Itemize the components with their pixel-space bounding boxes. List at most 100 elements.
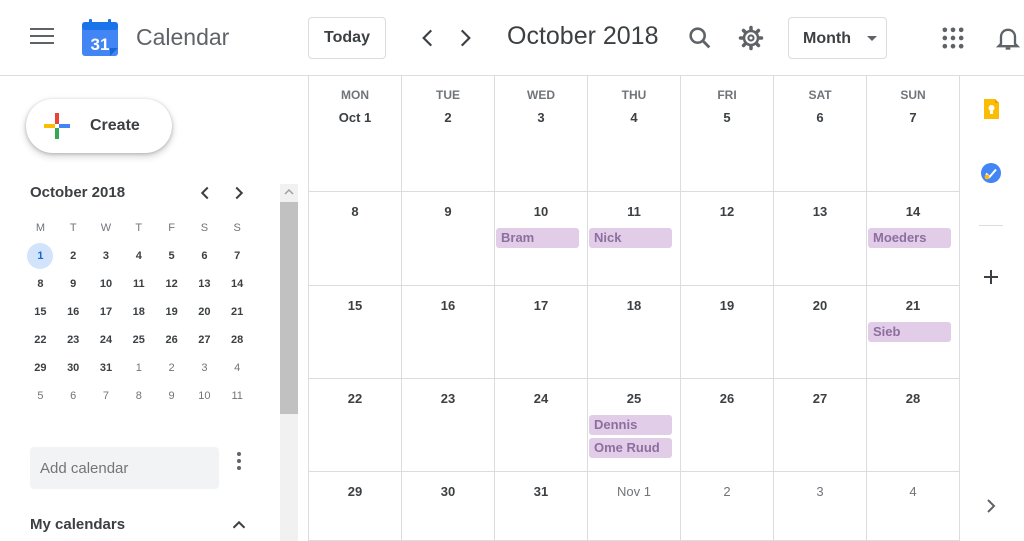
day-cell[interactable]: 14 Moeders — [867, 192, 960, 285]
mini-day-cell[interactable]: 5 — [155, 242, 188, 270]
day-number[interactable]: 5 — [681, 110, 773, 125]
day-number[interactable]: 3 — [774, 484, 866, 499]
day-cell[interactable]: 3 — [774, 472, 867, 540]
mini-day-cell[interactable]: 13 — [188, 270, 221, 298]
day-cell[interactable]: 12 — [681, 192, 774, 285]
day-cell[interactable]: 30 — [402, 472, 495, 540]
mini-day-cell[interactable]: 23 — [57, 326, 90, 354]
mini-day-cell[interactable]: 2 — [155, 354, 188, 382]
mini-day-cell[interactable]: 21 — [221, 298, 254, 326]
today-button[interactable]: Today — [308, 17, 386, 59]
chevron-up-icon[interactable] — [228, 514, 250, 536]
mini-day-cell[interactable]: 1 — [24, 242, 57, 270]
mini-day-cell[interactable]: 5 — [24, 382, 57, 410]
day-cell[interactable]: 27 — [774, 379, 867, 471]
day-cell[interactable]: 29 — [309, 472, 402, 540]
day-cell[interactable]: 10 Bram — [495, 192, 588, 285]
more-options-icon[interactable] — [232, 450, 246, 472]
mini-day-cell[interactable]: 15 — [24, 298, 57, 326]
mini-day-cell[interactable]: 18 — [122, 298, 155, 326]
day-number[interactable]: 8 — [309, 204, 401, 219]
expand-panel-chevron-icon[interactable] — [979, 494, 1003, 518]
mini-day-cell[interactable]: 31 — [90, 354, 123, 382]
day-cell[interactable]: 24 — [495, 379, 588, 471]
scroll-up-arrow-icon[interactable] — [280, 184, 298, 200]
day-cell[interactable]: 20 — [774, 286, 867, 378]
day-number[interactable]: 7 — [867, 110, 959, 125]
mini-day-cell[interactable]: 30 — [57, 354, 90, 382]
day-cell[interactable]: Nov 1 — [588, 472, 681, 540]
mini-day-cell[interactable]: 12 — [155, 270, 188, 298]
mini-day-cell[interactable]: 7 — [90, 382, 123, 410]
mini-day-cell[interactable]: 10 — [90, 270, 123, 298]
chevron-left-icon[interactable] — [415, 25, 441, 51]
mini-day-cell[interactable]: 29 — [24, 354, 57, 382]
mini-day-cell[interactable]: 16 — [57, 298, 90, 326]
day-cell[interactable]: WED 3 — [495, 76, 588, 191]
mini-day-cell[interactable]: 22 — [24, 326, 57, 354]
day-number[interactable]: 9 — [402, 204, 494, 219]
mini-day-cell[interactable]: 17 — [90, 298, 123, 326]
keep-icon[interactable] — [979, 97, 1003, 121]
day-number[interactable]: 21 — [867, 298, 959, 313]
mini-day-cell[interactable]: 10 — [188, 382, 221, 410]
event-chip[interactable]: Bram — [496, 228, 579, 248]
day-cell[interactable]: 22 — [309, 379, 402, 471]
mini-day-cell[interactable]: 26 — [155, 326, 188, 354]
day-number[interactable]: 10 — [495, 204, 587, 219]
mini-day-cell[interactable]: 8 — [24, 270, 57, 298]
day-number[interactable]: Oct 1 — [309, 110, 401, 125]
day-number[interactable]: 30 — [402, 484, 494, 499]
day-cell[interactable]: 31 — [495, 472, 588, 540]
view-selector[interactable]: Month — [788, 17, 887, 59]
day-cell[interactable]: 9 — [402, 192, 495, 285]
mini-day-cell[interactable]: 4 — [221, 354, 254, 382]
day-cell[interactable]: 23 — [402, 379, 495, 471]
day-number[interactable]: 2 — [402, 110, 494, 125]
mini-day-cell[interactable]: 6 — [57, 382, 90, 410]
mini-day-cell[interactable]: 1 — [122, 354, 155, 382]
day-number[interactable]: 17 — [495, 298, 587, 313]
event-chip[interactable]: Ome Ruud — [589, 438, 672, 458]
mini-day-cell[interactable]: 25 — [122, 326, 155, 354]
day-cell[interactable]: 25 Dennis Ome Ruud — [588, 379, 681, 471]
event-chip[interactable]: Nick — [589, 228, 672, 248]
plus-icon[interactable] — [979, 265, 1003, 289]
day-number[interactable]: 3 — [495, 110, 587, 125]
mini-day-cell[interactable]: 3 — [188, 354, 221, 382]
day-number[interactable]: 25 — [588, 391, 680, 406]
mini-day-cell[interactable]: 2 — [57, 242, 90, 270]
mini-day-cell[interactable]: 7 — [221, 242, 254, 270]
event-chip[interactable]: Dennis — [589, 415, 672, 435]
mini-day-cell[interactable]: 28 — [221, 326, 254, 354]
day-cell[interactable]: 16 — [402, 286, 495, 378]
day-cell[interactable]: 13 — [774, 192, 867, 285]
day-number[interactable]: 13 — [774, 204, 866, 219]
day-cell[interactable]: SUN 7 — [867, 76, 960, 191]
mini-day-cell[interactable]: 14 — [221, 270, 254, 298]
mini-day-cell[interactable]: 11 — [221, 382, 254, 410]
day-cell[interactable]: 8 — [309, 192, 402, 285]
add-calendar-input[interactable] — [30, 447, 219, 489]
event-chip[interactable]: Sieb — [868, 322, 951, 342]
day-number[interactable]: 18 — [588, 298, 680, 313]
day-number[interactable]: 23 — [402, 391, 494, 406]
menu-icon[interactable] — [30, 28, 54, 48]
day-number[interactable]: 15 — [309, 298, 401, 313]
create-button[interactable]: Create — [26, 99, 172, 153]
search-icon[interactable] — [686, 24, 714, 52]
day-number[interactable]: 4 — [588, 110, 680, 125]
day-cell[interactable]: 2 — [681, 472, 774, 540]
day-number[interactable]: 29 — [309, 484, 401, 499]
day-cell[interactable]: THU 4 — [588, 76, 681, 191]
tasks-icon[interactable] — [979, 161, 1003, 185]
day-cell[interactable]: TUE 2 — [402, 76, 495, 191]
day-number[interactable]: 6 — [774, 110, 866, 125]
mini-day-cell[interactable]: 27 — [188, 326, 221, 354]
day-number[interactable]: 14 — [867, 204, 959, 219]
chevron-right-icon[interactable] — [452, 25, 478, 51]
day-number[interactable]: 12 — [681, 204, 773, 219]
day-number[interactable]: 27 — [774, 391, 866, 406]
day-number[interactable]: 2 — [681, 484, 773, 499]
day-cell[interactable]: FRI 5 — [681, 76, 774, 191]
